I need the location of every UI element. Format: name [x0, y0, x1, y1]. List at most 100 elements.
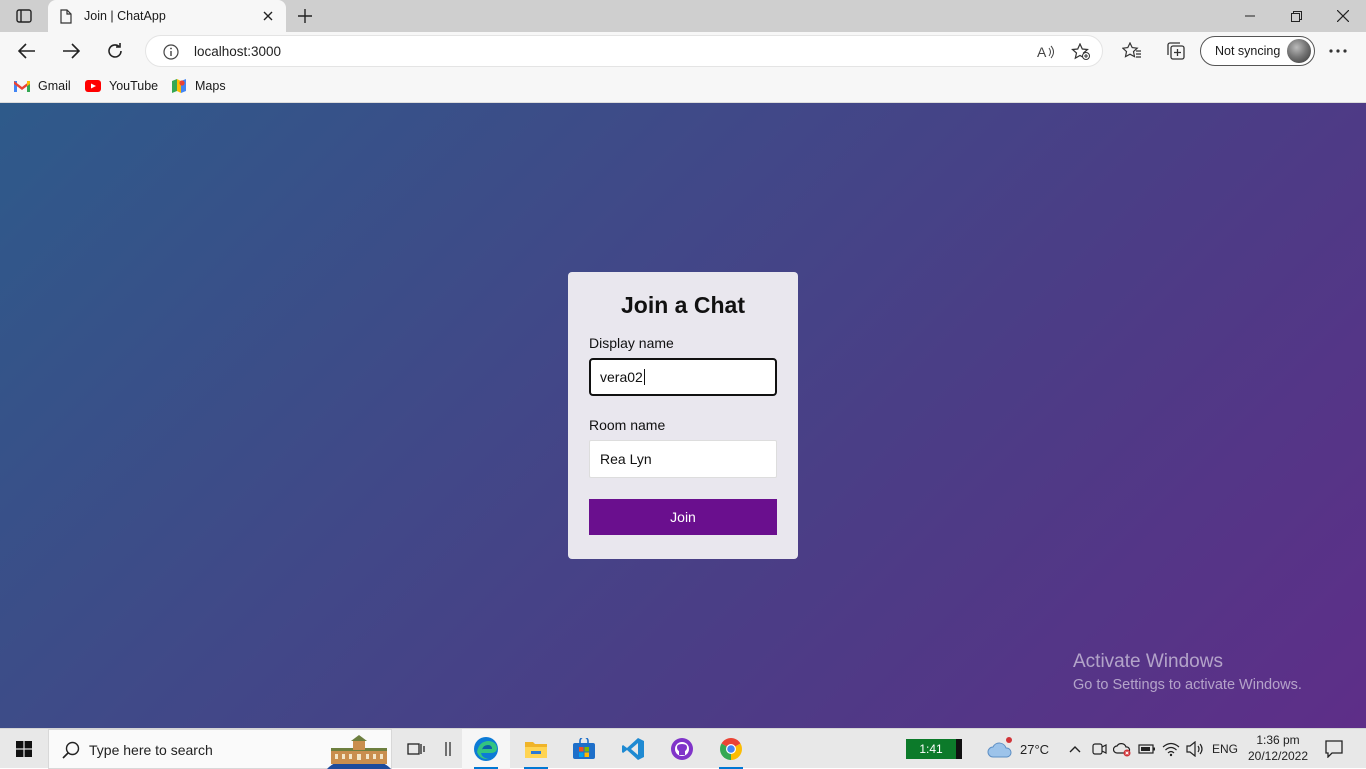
bookmarks-bar: Gmail YouTube Maps	[0, 70, 1366, 103]
browser-tab-active[interactable]: Join | ChatApp	[48, 0, 286, 32]
chevron-up-icon	[1069, 746, 1081, 753]
minimize-button[interactable]	[1227, 0, 1273, 32]
webcam-icon	[1092, 743, 1107, 755]
temperature-label: 27°C	[1020, 741, 1050, 757]
text-caret	[643, 369, 645, 385]
tab-strip: Join | ChatApp	[0, 0, 1366, 32]
taskbar-vscode[interactable]	[609, 729, 657, 769]
maps-icon	[172, 79, 186, 93]
bookmark-label: Maps	[195, 79, 226, 93]
tray-onedrive[interactable]	[1112, 739, 1132, 759]
tray-battery[interactable]	[1137, 739, 1157, 759]
start-button[interactable]	[0, 729, 48, 769]
tray-network[interactable]	[1161, 739, 1181, 759]
restore-button[interactable]	[1273, 0, 1319, 32]
plus-icon	[298, 9, 312, 23]
tray-volume[interactable]	[1185, 739, 1205, 759]
notification-center-button[interactable]	[1322, 737, 1346, 761]
clock-date: 20/12/2022	[1247, 749, 1309, 763]
favorites-icon[interactable]	[1121, 40, 1143, 62]
refresh-icon	[108, 43, 122, 58]
new-tab-button[interactable]	[294, 6, 316, 26]
taskbar-search-box[interactable]: Type here to search	[48, 729, 392, 769]
forward-arrow-icon	[63, 43, 80, 59]
add-favorite-icon[interactable]	[1071, 42, 1091, 62]
close-tab-icon[interactable]	[260, 8, 276, 24]
site-info-icon[interactable]	[162, 43, 180, 61]
join-card: Join a Chat Display name vera02 Room nam…	[568, 272, 798, 559]
bookmark-youtube[interactable]: YouTube	[85, 76, 158, 96]
gmail-icon	[14, 81, 30, 92]
store-icon	[573, 738, 595, 759]
chrome-icon	[720, 738, 742, 760]
close-icon	[1337, 10, 1349, 22]
taskbar-github-desktop[interactable]	[658, 729, 706, 769]
browser-toolbar: localhost:3000 A Not syncing	[0, 32, 1366, 70]
more-options-icon[interactable]	[1327, 40, 1349, 62]
join-button[interactable]: Join	[589, 499, 777, 535]
battery-icon	[1138, 744, 1155, 754]
room-name-value: Rea Lyn	[600, 451, 652, 467]
bookmark-label: Gmail	[38, 79, 71, 93]
page-icon	[58, 8, 74, 24]
notification-dot	[1006, 737, 1012, 743]
avatar	[1287, 39, 1311, 63]
file-explorer-icon	[525, 742, 547, 758]
collections-icon[interactable]	[1165, 40, 1187, 62]
room-name-input[interactable]: Rea Lyn	[589, 440, 777, 478]
room-name-label: Room name	[589, 417, 666, 433]
display-name-label: Display name	[589, 335, 674, 351]
taskbar-chrome[interactable]	[707, 729, 755, 769]
activate-windows-watermark: Activate Windows Go to Settings to activ…	[1073, 651, 1302, 693]
page-title: Join a Chat	[621, 292, 745, 318]
taskbar-file-explorer[interactable]	[512, 729, 560, 769]
tab-title: Join | ChatApp	[84, 9, 166, 23]
task-view-icon	[407, 743, 425, 755]
watermark-title: Activate Windows	[1073, 651, 1223, 672]
watermark-subtitle: Go to Settings to activate Windows.	[1073, 677, 1302, 693]
vscode-icon	[622, 738, 644, 760]
taskbar-edge[interactable]	[462, 729, 510, 769]
tab-actions-button[interactable]	[10, 6, 38, 26]
bookmark-gmail[interactable]: Gmail	[14, 76, 71, 96]
display-name-value: vera02	[600, 369, 643, 385]
wifi-icon	[1162, 742, 1180, 757]
profile-button[interactable]: Not syncing	[1200, 36, 1315, 66]
clock-time: 1:36 pm	[1256, 733, 1300, 747]
chat-join-page: Join a Chat Display name vera02 Room nam…	[0, 103, 1366, 728]
weather-widget[interactable]: 27°C	[986, 737, 1049, 761]
display-name-input[interactable]: vera02	[589, 358, 777, 396]
url-text[interactable]: localhost:3000	[194, 44, 281, 59]
back-button[interactable]	[12, 36, 42, 66]
windows-logo-icon	[16, 741, 32, 757]
search-icon	[61, 740, 81, 760]
search-placeholder: Type here to search	[89, 742, 213, 758]
edge-icon	[474, 737, 498, 761]
search-highlight-illustration	[327, 735, 391, 769]
cloud-error-icon	[1113, 743, 1131, 757]
taskbar-store[interactable]	[560, 729, 608, 769]
restore-icon	[1290, 10, 1302, 22]
tray-meet-now[interactable]	[1089, 739, 1109, 759]
notification-icon	[1325, 740, 1343, 758]
bookmark-label: YouTube	[109, 79, 159, 93]
forward-button[interactable]	[56, 36, 86, 66]
language-indicator[interactable]: ENG	[1212, 742, 1238, 756]
bookmark-maps[interactable]: Maps	[171, 76, 226, 96]
read-aloud-icon[interactable]: A	[1036, 42, 1056, 62]
back-arrow-icon	[18, 43, 35, 59]
timer-widget[interactable]: 1:41	[906, 739, 962, 759]
sync-status-label: Not syncing	[1215, 44, 1281, 58]
youtube-icon	[85, 80, 101, 92]
close-window-button[interactable]	[1320, 0, 1366, 32]
speaker-icon	[1186, 741, 1203, 757]
tab-actions-icon	[16, 9, 32, 23]
widgets-icon	[445, 742, 451, 756]
system-clock[interactable]: 1:36 pm 20/12/2022	[1245, 732, 1311, 764]
address-bar[interactable]: localhost:3000 A	[145, 35, 1103, 67]
minimize-icon	[1245, 15, 1255, 17]
refresh-button[interactable]	[100, 36, 130, 66]
github-desktop-icon	[671, 738, 693, 760]
windows-taskbar: Type here to search 1:41 27°C ENG 1:36 p…	[0, 728, 1366, 769]
show-hidden-icons-button[interactable]	[1065, 739, 1085, 759]
